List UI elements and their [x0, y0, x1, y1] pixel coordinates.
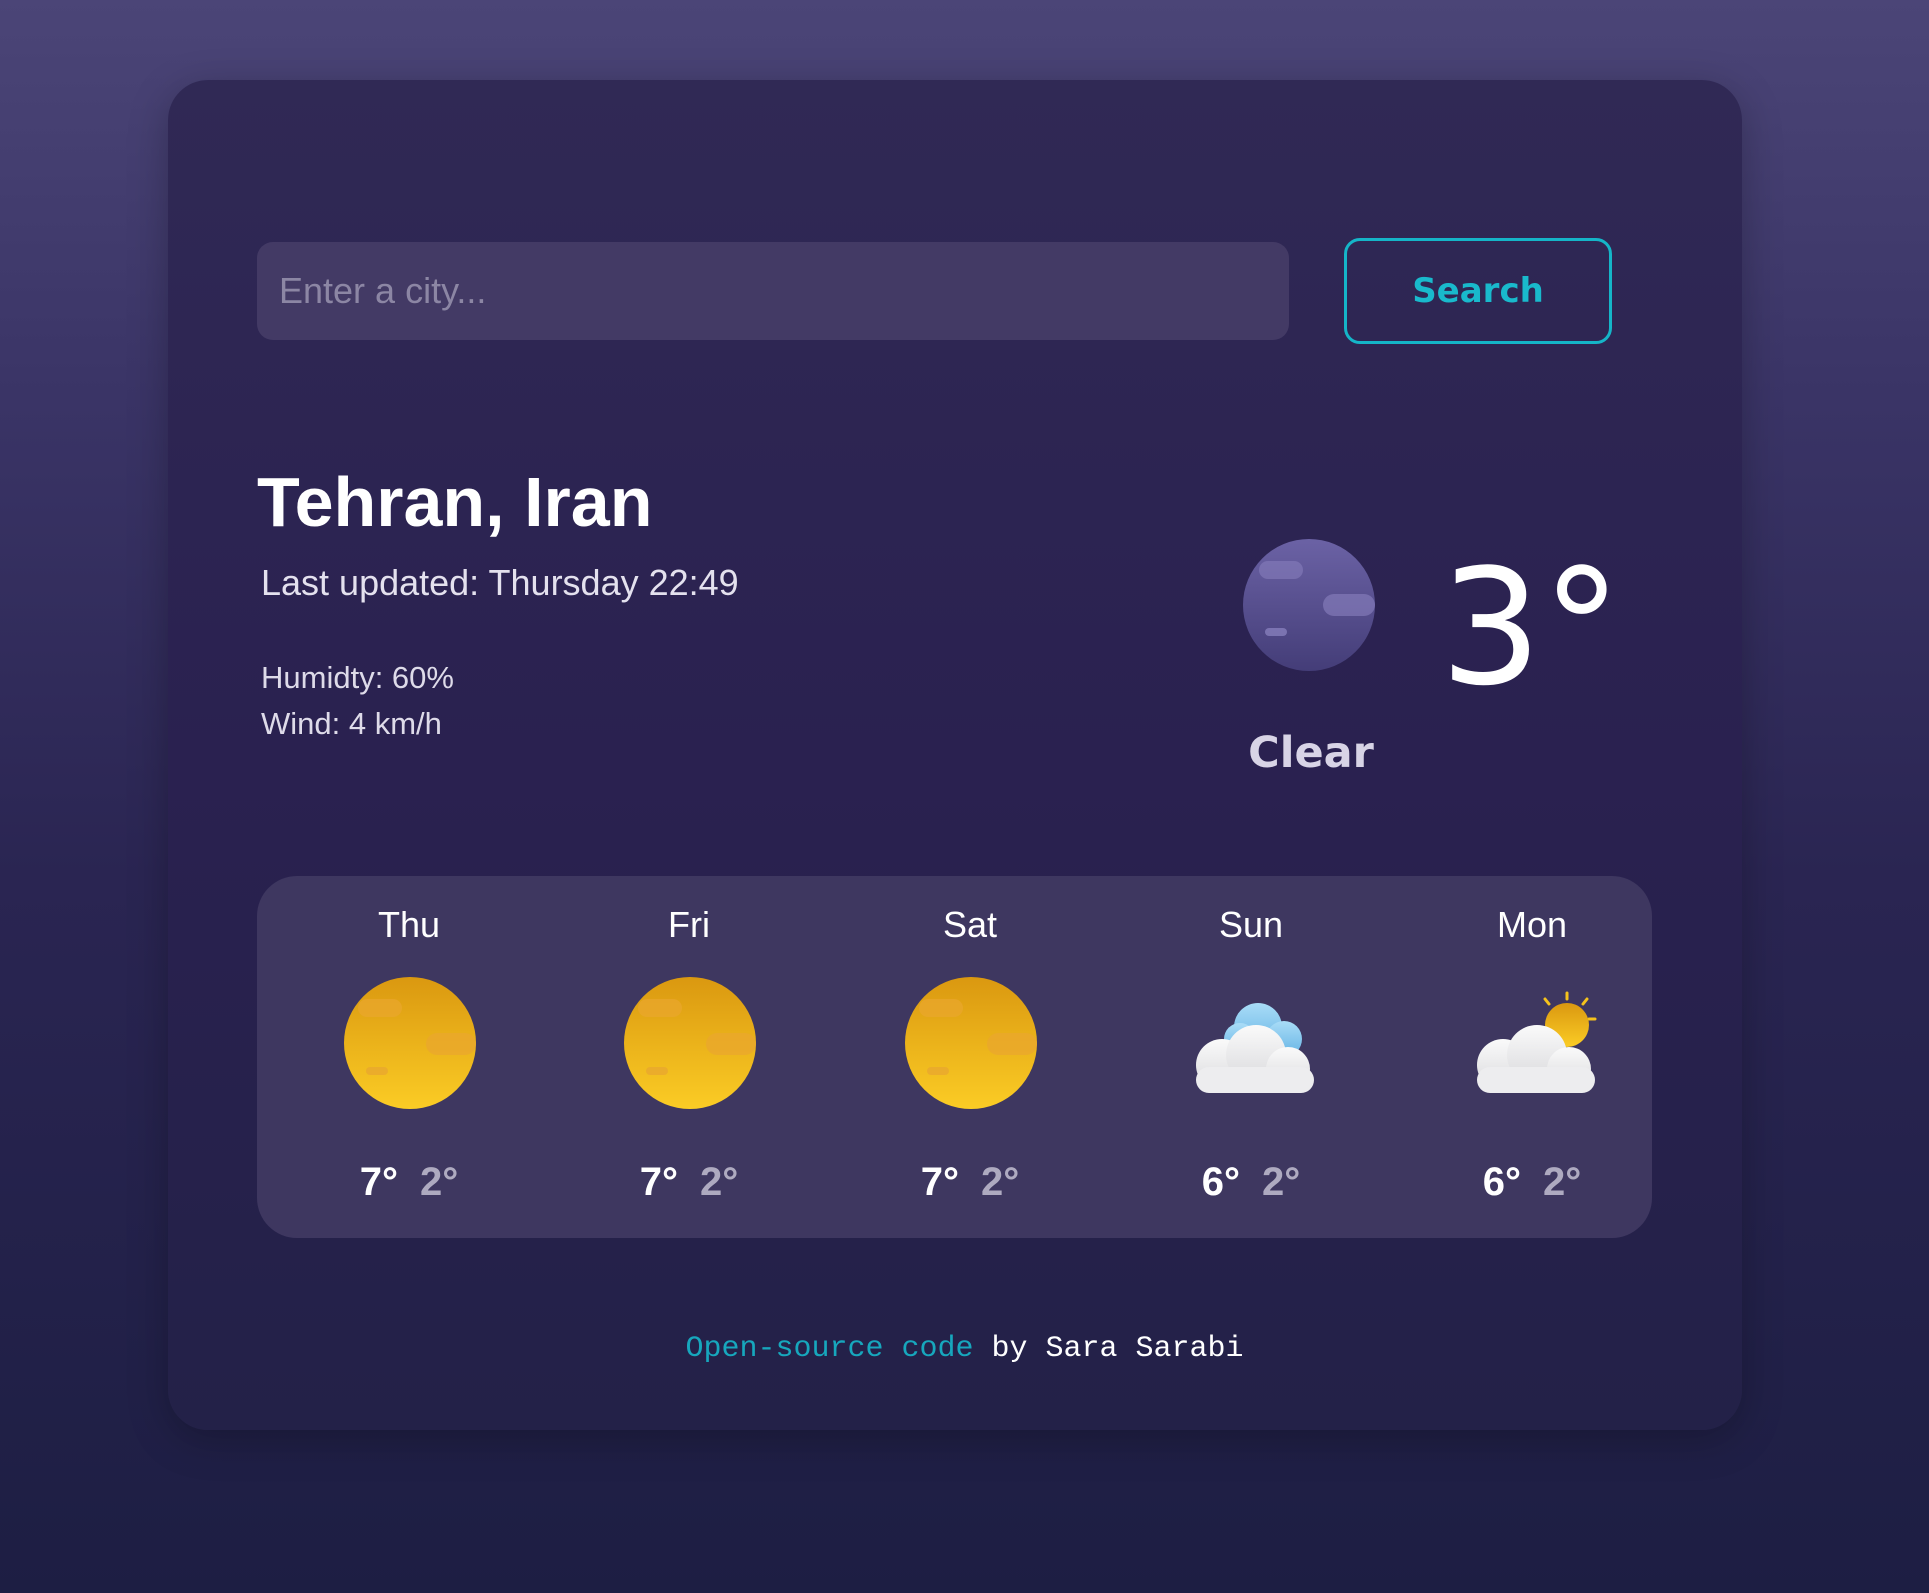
forecast-day-name: Sat [942, 904, 998, 945]
humidity-value: Humidty: 60% [261, 660, 454, 695]
sun-icon [624, 977, 756, 1109]
forecast-temps: 7° 2° [329, 1160, 489, 1205]
forecast-day-name: Thu [377, 904, 441, 945]
forecast-max: 7° [920, 1160, 959, 1204]
forecast-day-name: Mon [1496, 904, 1568, 945]
forecast-temps: 6° 2° [1452, 1160, 1612, 1205]
forecast-min: 2° [1262, 1160, 1301, 1204]
forecast-day: Fri 7° 2° [609, 876, 769, 1238]
forecast-max: 7° [639, 1160, 678, 1204]
forecast-day: Thu 7° 2° [329, 876, 489, 1238]
forecast-min: 2° [420, 1160, 459, 1204]
current-temperature: 3° [1440, 534, 1622, 721]
city-name: Tehran, Iran [257, 463, 653, 541]
wind-value: Wind: 4 km/h [261, 706, 442, 741]
forecast-panel: Thu 7° 2° Fri 7° 2° Sat 7° 2° Sun 6° 2° … [257, 876, 1652, 1238]
forecast-temps: 7° 2° [890, 1160, 1050, 1205]
forecast-temps: 7° 2° [609, 1160, 769, 1205]
last-updated: Last updated: Thursday 22:49 [261, 562, 739, 603]
search-input[interactable] [257, 242, 1289, 340]
forecast-max: 6° [1201, 1160, 1240, 1204]
forecast-max: 6° [1482, 1160, 1521, 1204]
sun-icon [344, 977, 476, 1109]
condition-label: Clear [1248, 728, 1374, 778]
sun-icon [905, 977, 1037, 1109]
forecast-temps: 6° 2° [1171, 1160, 1331, 1205]
forecast-day: Sun 6° 2° [1171, 876, 1331, 1238]
forecast-min: 2° [981, 1160, 1020, 1204]
forecast-day: Sat 7° 2° [890, 876, 1050, 1238]
forecast-day: Mon 6° 2° [1452, 876, 1612, 1238]
partly-cloudy-icon [1477, 991, 1597, 1093]
forecast-min: 2° [1543, 1160, 1582, 1204]
forecast-day-name: Sun [1218, 904, 1284, 945]
forecast-max: 7° [359, 1160, 398, 1204]
cloudy-icon [1196, 1003, 1314, 1093]
search-button[interactable]: Search [1344, 238, 1612, 344]
forecast-day-name: Fri [668, 904, 710, 945]
source-code-link[interactable]: Open-source code [685, 1332, 973, 1366]
clear-night-icon [1243, 539, 1375, 671]
footer: Open-source code by Sara Sarabi [0, 1332, 1929, 1366]
footer-credit: by Sara Sarabi [973, 1332, 1244, 1366]
forecast-min: 2° [700, 1160, 739, 1204]
